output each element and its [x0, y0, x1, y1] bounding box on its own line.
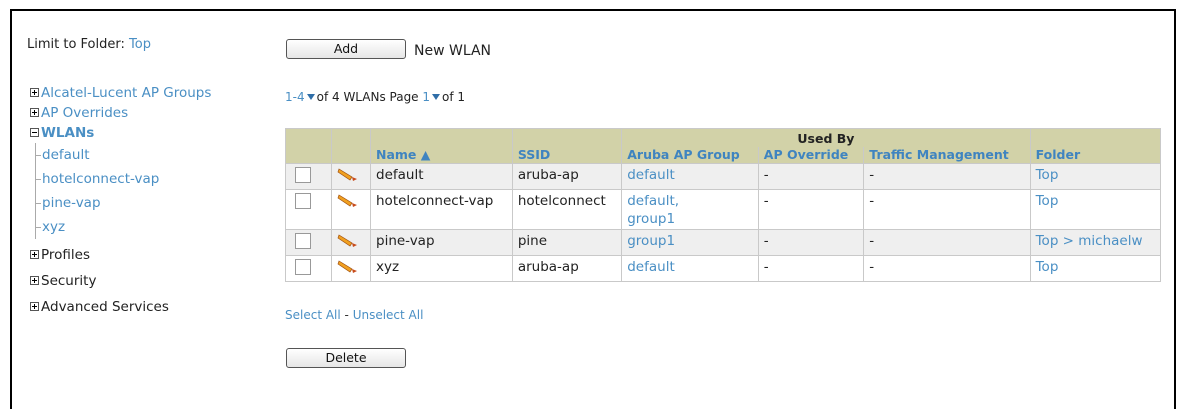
row-checkbox[interactable]	[295, 193, 311, 209]
table-column-header-row: Name ▲ SSID Aruba AP Group AP Override T…	[286, 147, 1162, 164]
dropdown-caret-icon[interactable]	[432, 94, 441, 100]
edit-column-header	[331, 128, 371, 164]
expand-icon[interactable]	[30, 249, 39, 259]
tree-item-profiles[interactable]: Profiles	[30, 245, 211, 265]
pagination: 1-4 of 4 WLANs Page 1 of 1	[285, 90, 466, 104]
folder-link[interactable]: Top	[1036, 193, 1059, 209]
folder-link[interactable]: Top > michaelw	[1036, 233, 1143, 249]
tree-item-wlan-default[interactable]: default	[36, 143, 211, 167]
checkbox-column-header	[285, 128, 332, 164]
expand-icon[interactable]	[30, 275, 39, 285]
table-row: hotelconnect-vap hotelconnect default, gr…	[285, 189, 1162, 230]
ap-group-link[interactable]: default,	[627, 193, 679, 209]
ap-group-link[interactable]: default	[627, 259, 675, 275]
pencil-icon[interactable]	[337, 166, 359, 182]
column-ssid[interactable]: SSID	[511, 147, 623, 164]
add-button[interactable]: Add	[286, 39, 406, 59]
pencil-icon[interactable]	[337, 232, 359, 248]
row-checkbox[interactable]	[295, 259, 311, 275]
pencil-icon[interactable]	[337, 258, 359, 274]
ap-group-link[interactable]: default	[627, 167, 675, 183]
ap-group-link[interactable]: group1	[627, 211, 675, 227]
column-folder[interactable]: Folder	[1029, 147, 1162, 164]
table-group-header-row: Used By	[285, 128, 1162, 164]
tree-item-alcatel-ap-groups[interactable]: Alcatel-Lucent AP Groups	[30, 83, 211, 103]
column-name[interactable]: Name ▲	[370, 147, 513, 164]
navigation-tree: Alcatel-Lucent AP Groups AP Overrides WL…	[30, 83, 211, 317]
folder-limit: Limit to Folder: Top	[27, 37, 151, 52]
column-aruba-ap-group[interactable]: Aruba AP Group	[621, 147, 759, 164]
folder-link[interactable]: Top	[1036, 259, 1059, 275]
delete-button[interactable]: Delete	[286, 348, 406, 368]
range-selector[interactable]: 1-4	[285, 90, 305, 104]
tree-item-advanced-services[interactable]: Advanced Services	[30, 297, 211, 317]
tree-item-wlan-xyz[interactable]: xyz	[36, 215, 211, 239]
select-all-link[interactable]: Select All	[285, 308, 341, 322]
row-checkbox[interactable]	[295, 167, 311, 183]
expand-icon[interactable]	[30, 301, 39, 311]
selection-links: Select All - Unselect All	[285, 308, 424, 322]
tree-item-wlans[interactable]: WLANs	[30, 123, 211, 143]
new-wlan-label: New WLAN	[414, 43, 491, 59]
collapse-icon[interactable]	[30, 127, 39, 137]
row-checkbox[interactable]	[295, 233, 311, 249]
folder-link[interactable]: Top	[1036, 167, 1059, 183]
table-row: pine-vap pine group1 - - Top > michaelw	[285, 229, 1162, 256]
tree-item-ap-overrides[interactable]: AP Overrides	[30, 103, 211, 123]
expand-icon[interactable]	[30, 87, 39, 97]
folder-limit-link[interactable]: Top	[129, 37, 151, 52]
tree-item-security[interactable]: Security	[30, 271, 211, 291]
table-row: xyz aruba-ap default - - Top	[285, 255, 1162, 282]
wlan-children: default hotelconnect-vap pine-vap xyz	[35, 143, 211, 239]
dropdown-caret-icon[interactable]	[306, 94, 315, 100]
folder-limit-label: Limit to Folder:	[27, 37, 125, 52]
column-traffic-management[interactable]: Traffic Management	[863, 147, 1031, 164]
pencil-icon[interactable]	[337, 192, 359, 208]
wlan-table: Used By Name ▲ SSID Aruba AP Group AP Ov…	[285, 128, 1162, 282]
unselect-all-link[interactable]: Unselect All	[353, 308, 424, 322]
used-by-header: Used By	[621, 128, 1031, 147]
expand-icon[interactable]	[30, 107, 39, 117]
tree-item-wlan-pine[interactable]: pine-vap	[36, 191, 211, 215]
page-selector[interactable]: 1	[422, 90, 430, 104]
ap-group-link[interactable]: group1	[627, 233, 675, 249]
table-row: default aruba-ap default - - Top	[285, 163, 1162, 190]
tree-item-wlan-hotelconnect[interactable]: hotelconnect-vap	[36, 167, 211, 191]
column-ap-override[interactable]: AP Override	[757, 147, 865, 164]
